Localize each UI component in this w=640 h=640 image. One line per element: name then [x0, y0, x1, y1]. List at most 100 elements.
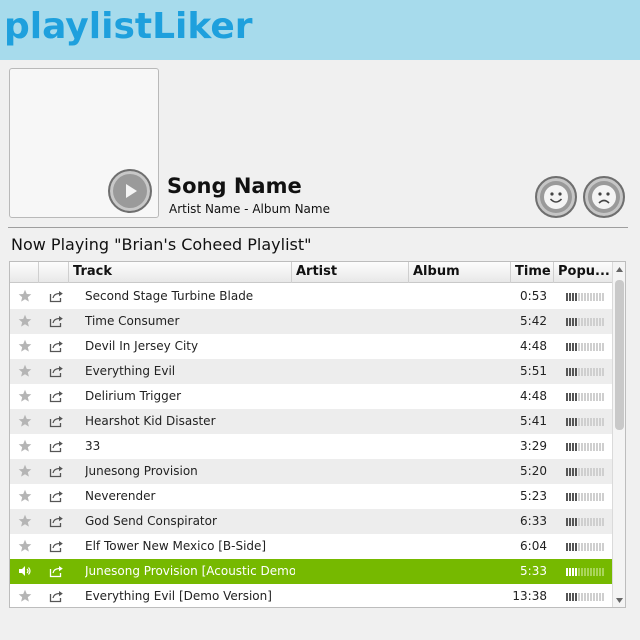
- star-icon[interactable]: [18, 534, 34, 559]
- popularity-bar: [566, 593, 604, 601]
- popularity-bar: [566, 443, 604, 451]
- column-header-popularity[interactable]: Popu...: [554, 262, 612, 283]
- table-row[interactable]: Elf Tower New Mexico [B-Side] 6:04: [10, 534, 612, 559]
- scroll-thumb[interactable]: [615, 280, 624, 430]
- track-time: 6:04: [520, 539, 547, 553]
- popularity-bar: [566, 543, 604, 551]
- column-header-share[interactable]: [39, 262, 69, 283]
- smile-icon: [544, 185, 568, 209]
- track-title: Junesong Provision: [85, 464, 198, 478]
- share-icon[interactable]: [49, 559, 65, 584]
- track-time: 0:53: [520, 289, 547, 303]
- star-icon[interactable]: [18, 584, 34, 607]
- scroll-down-arrow-icon[interactable]: [613, 592, 626, 608]
- like-button[interactable]: [535, 176, 577, 218]
- popularity-meter: [566, 509, 606, 534]
- play-button[interactable]: [108, 169, 152, 213]
- star-icon[interactable]: [18, 434, 34, 459]
- table-header: Track Artist Album Time Popu...: [10, 262, 625, 283]
- table-row[interactable]: God Send Conspirator 6:33: [10, 509, 612, 534]
- track-time: 5:41: [520, 414, 547, 428]
- popularity-meter: [566, 284, 606, 309]
- track-title: Neverender: [85, 489, 156, 503]
- popularity-meter: [566, 534, 606, 559]
- scroll-up-arrow-icon[interactable]: [613, 262, 626, 278]
- track-time: 13:38: [512, 589, 547, 603]
- playlist-title: Now Playing "Brian's Coheed Playlist": [11, 235, 312, 254]
- share-icon[interactable]: [49, 484, 65, 509]
- table-row[interactable]: Everything Evil 5:51: [10, 359, 612, 384]
- app-title: playlistLiker: [4, 6, 253, 47]
- popularity-bar: [566, 293, 604, 301]
- table-row[interactable]: Hearshot Kid Disaster 5:41: [10, 409, 612, 434]
- column-header-artist[interactable]: Artist: [292, 262, 409, 283]
- popularity-fill: [566, 293, 577, 301]
- popularity-fill: [566, 468, 577, 476]
- share-icon[interactable]: [49, 384, 65, 409]
- dislike-button[interactable]: [583, 176, 625, 218]
- popularity-meter: [566, 384, 606, 409]
- track-title: 33: [85, 439, 101, 453]
- share-icon[interactable]: [49, 534, 65, 559]
- track-time: 5:20: [520, 464, 547, 478]
- song-name: Song Name: [167, 174, 302, 198]
- track-time: 5:33: [520, 564, 547, 578]
- star-icon[interactable]: [18, 409, 34, 434]
- share-icon[interactable]: [49, 284, 65, 309]
- share-icon[interactable]: [49, 309, 65, 334]
- star-icon[interactable]: [18, 459, 34, 484]
- popularity-bar: [566, 493, 604, 501]
- column-header-album[interactable]: Album: [409, 262, 511, 283]
- song-meta: Artist Name - Album Name: [169, 202, 330, 216]
- share-icon[interactable]: [49, 509, 65, 534]
- table-row[interactable]: Junesong Provision 5:20: [10, 459, 612, 484]
- track-time: 6:33: [520, 514, 547, 528]
- share-icon[interactable]: [49, 409, 65, 434]
- popularity-meter: [566, 309, 606, 334]
- popularity-meter: [566, 459, 606, 484]
- share-icon[interactable]: [49, 434, 65, 459]
- star-icon[interactable]: [18, 384, 34, 409]
- table-body: Second Stage Turbine Blade 0:53 Time Consu…: [10, 284, 612, 607]
- column-header-time[interactable]: Time: [511, 262, 554, 283]
- track-time: 5:23: [520, 489, 547, 503]
- share-icon[interactable]: [49, 334, 65, 359]
- track-time: 3:29: [520, 439, 547, 453]
- table-row[interactable]: Neverender 5:23: [10, 484, 612, 509]
- popularity-fill: [566, 443, 577, 451]
- star-icon[interactable]: [18, 359, 34, 384]
- divider: [8, 227, 628, 228]
- speaker-icon[interactable]: [18, 559, 34, 584]
- table-row-playing[interactable]: Junesong Provision [Acoustic Demo 5:33: [10, 559, 612, 584]
- table-row[interactable]: Everything Evil [Demo Version] 13:38: [10, 584, 612, 607]
- column-header-star[interactable]: [10, 262, 39, 283]
- star-icon[interactable]: [18, 284, 34, 309]
- track-title: Elf Tower New Mexico [B-Side]: [85, 539, 267, 553]
- popularity-fill: [566, 318, 577, 326]
- column-header-track[interactable]: Track: [69, 262, 292, 283]
- table-row[interactable]: Devil In Jersey City 4:48: [10, 334, 612, 359]
- track-time: 4:48: [520, 339, 547, 353]
- table-row[interactable]: Time Consumer 5:42: [10, 309, 612, 334]
- track-title: Time Consumer: [85, 314, 180, 328]
- popularity-fill: [566, 493, 577, 501]
- popularity-bar: [566, 568, 604, 576]
- table-row[interactable]: 33 3:29: [10, 434, 612, 459]
- share-icon[interactable]: [49, 359, 65, 384]
- star-icon[interactable]: [18, 509, 34, 534]
- popularity-meter: [566, 334, 606, 359]
- popularity-meter: [566, 559, 606, 584]
- play-icon: [126, 184, 137, 198]
- star-icon[interactable]: [18, 334, 34, 359]
- track-title: Junesong Provision [Acoustic Demo: [85, 564, 295, 578]
- scrollbar[interactable]: [612, 262, 626, 608]
- track-time: 5:42: [520, 314, 547, 328]
- share-icon[interactable]: [49, 459, 65, 484]
- table-row[interactable]: Second Stage Turbine Blade 0:53: [10, 284, 612, 309]
- popularity-bar: [566, 343, 604, 351]
- star-icon[interactable]: [18, 484, 34, 509]
- table-row[interactable]: Delirium Trigger 4:48: [10, 384, 612, 409]
- share-icon[interactable]: [49, 584, 65, 607]
- star-icon[interactable]: [18, 309, 34, 334]
- popularity-bar: [566, 518, 604, 526]
